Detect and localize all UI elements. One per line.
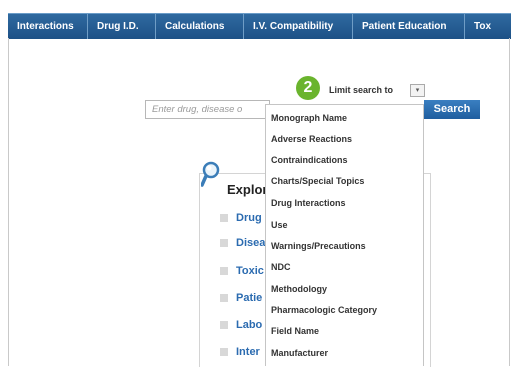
tab-patient-education[interactable]: Patient Education <box>353 14 465 39</box>
explore-item-label: Disea <box>236 237 266 249</box>
explore-item-toxicology[interactable]: Toxic <box>220 263 264 279</box>
dropdown-option[interactable]: Charts/Special Topics <box>271 176 364 186</box>
top-navigation: Interactions Drug I.D. Calculations I.V.… <box>8 13 511 39</box>
magnifier-icon <box>201 161 220 187</box>
explore-item-interactions[interactable]: Inter <box>220 344 260 360</box>
bullet-icon <box>220 294 228 302</box>
bullet-icon <box>220 214 228 222</box>
dropdown-option[interactable]: Warnings/Precautions <box>271 241 366 251</box>
bullet-icon <box>220 348 228 356</box>
dropdown-option[interactable]: Use <box>271 220 288 230</box>
dropdown-option[interactable]: Field Name <box>271 326 319 336</box>
tab-interactions[interactable]: Interactions <box>8 14 88 39</box>
step-badge: 2 <box>296 76 320 100</box>
explore-item-label: Inter <box>236 346 260 358</box>
bullet-icon <box>220 267 228 275</box>
explore-title: Explor <box>227 182 268 197</box>
search-button[interactable]: Search <box>424 100 480 119</box>
page-border-right <box>509 38 510 366</box>
dropdown-option[interactable]: Methodology <box>271 284 327 294</box>
limit-search-select[interactable]: ▾ <box>410 84 425 97</box>
limit-search-dropdown: Monograph Name Adverse Reactions Contrai… <box>265 104 424 366</box>
app-window: Interactions Drug I.D. Calculations I.V.… <box>0 0 511 367</box>
explore-item-label: Patie <box>236 292 263 304</box>
search-input[interactable]: Enter drug, disease o <box>145 100 270 119</box>
dropdown-option[interactable]: Pharmacologic Category <box>271 305 377 315</box>
dropdown-option[interactable]: Monograph Name <box>271 113 347 123</box>
tab-iv-compatibility[interactable]: I.V. Compatibility <box>244 14 353 39</box>
explore-item-label: Labo <box>236 319 263 331</box>
explore-item-drug[interactable]: Drug <box>220 210 262 226</box>
dropdown-option[interactable]: Manufacturer <box>271 348 328 358</box>
dropdown-option[interactable]: Drug Interactions <box>271 198 346 208</box>
tab-calculations[interactable]: Calculations <box>156 14 244 39</box>
limit-search-label: Limit search to <box>329 85 394 95</box>
bullet-icon <box>220 239 228 247</box>
dropdown-option[interactable]: NDC <box>271 262 291 272</box>
explore-item-label: Toxic <box>236 265 264 277</box>
chevron-down-icon: ▾ <box>415 87 420 94</box>
explore-item-label: Drug <box>236 212 262 224</box>
explore-item-disease[interactable]: Disea <box>220 235 265 251</box>
tab-drug-id[interactable]: Drug I.D. <box>88 14 156 39</box>
page-border-left <box>8 38 9 366</box>
explore-item-patient[interactable]: Patie <box>220 290 262 306</box>
bullet-icon <box>220 321 228 329</box>
dropdown-option[interactable]: Contraindications <box>271 155 348 165</box>
dropdown-option[interactable]: Adverse Reactions <box>271 134 352 144</box>
explore-item-lab[interactable]: Labo <box>220 317 262 333</box>
tab-tox[interactable]: Tox <box>465 14 511 39</box>
